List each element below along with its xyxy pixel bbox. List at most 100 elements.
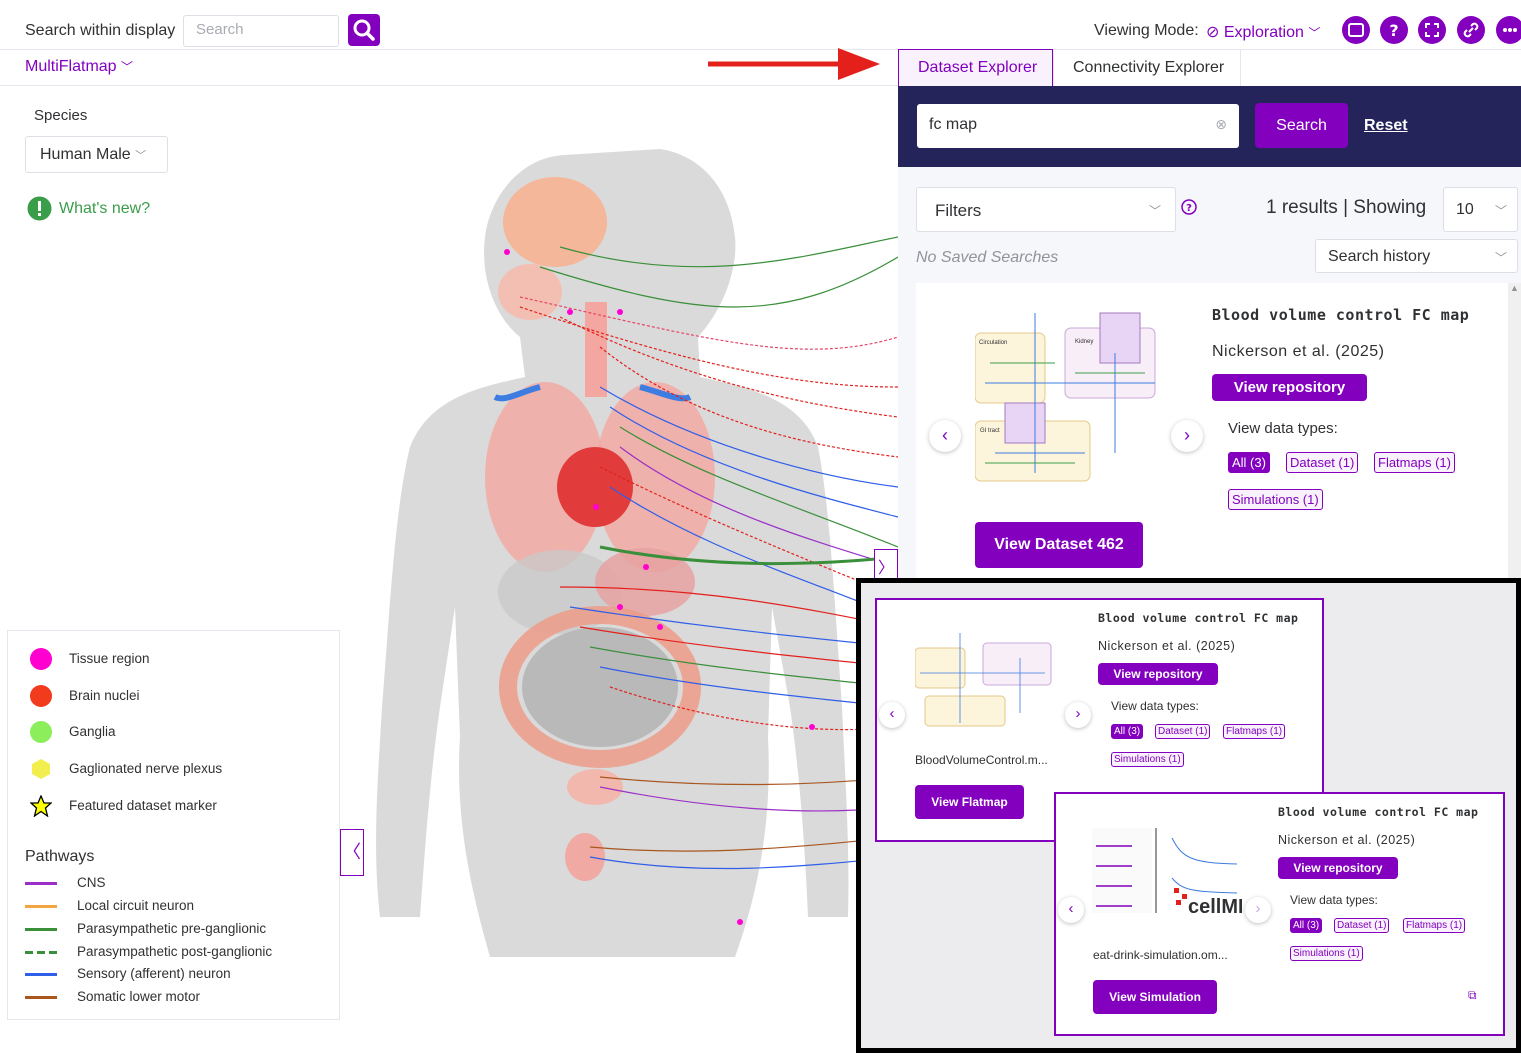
toggle-sidebar-button[interactable] <box>1342 16 1370 44</box>
legend-item-label: Brain nuclei <box>69 688 140 703</box>
bladder-shape <box>567 769 623 805</box>
share-link-button[interactable] <box>1457 16 1485 44</box>
filters-select[interactable]: Filters ﹀ <box>916 187 1176 232</box>
inset2-tag-simulations[interactable]: Simulations (1) <box>1290 946 1363 961</box>
search-header: fc map ⊗ Search Reset <box>898 86 1521 167</box>
search-history-select[interactable]: Search history ﹀ <box>1315 239 1518 273</box>
inset2-title[interactable]: Blood volume control FC map <box>1278 805 1478 819</box>
chevron-left-icon: ‹ <box>889 705 895 722</box>
dataset-search-input[interactable]: fc map ⊗ <box>917 104 1239 148</box>
tab-connectivity-explorer[interactable]: Connectivity Explorer <box>1053 49 1241 86</box>
filters-help-icon[interactable]: ? <box>1181 199 1197 215</box>
inset2-tag-flatmaps[interactable]: Flatmaps (1) <box>1403 918 1466 933</box>
scroll-up-icon[interactable]: ▲ <box>1510 283 1519 293</box>
inset2-data-types-label: View data types: <box>1290 893 1378 907</box>
heart-shape <box>557 447 633 527</box>
inset1-tag-all[interactable]: All (3) <box>1111 724 1144 739</box>
legend-panel <box>7 630 340 1020</box>
inset1-authors: Nickerson et al. (2025) <box>1098 639 1236 653</box>
collapse-legend-button[interactable]: 〈 <box>340 829 364 876</box>
thumb-gi-label: GI tract <box>980 428 1000 434</box>
inset2-tag-all[interactable]: All (3) <box>1290 918 1323 933</box>
view-simulation-button[interactable]: View Simulation <box>1093 980 1217 1014</box>
tab-dataset-explorer[interactable]: Dataset Explorer <box>898 49 1053 86</box>
exclamation-icon <box>27 196 52 221</box>
pathway-line-swatch <box>25 882 57 885</box>
pathway-line-swatch <box>25 928 57 931</box>
scrollbar[interactable]: ▲ <box>1508 283 1521 583</box>
page-size-value: 10 <box>1456 201 1474 218</box>
chevron-right-icon: 〉 <box>877 560 894 577</box>
view-repository-button[interactable]: View repository <box>1212 374 1367 401</box>
chevron-down-icon: ﹀ <box>1494 204 1507 218</box>
search-history-label: Search history <box>1328 248 1431 265</box>
svg-text:?: ? <box>1389 21 1398 40</box>
view-dataset-button[interactable]: View Dataset 462 <box>975 522 1143 568</box>
results-count: 1 results | Showing <box>1266 197 1427 218</box>
inset1-tag-flatmaps[interactable]: Flatmaps (1) <box>1223 724 1286 739</box>
search-query-value: fc map <box>929 116 978 133</box>
prev-image-button[interactable]: ‹ <box>929 420 961 452</box>
inset-thumbnail-simulation[interactable]: cellML <box>1092 828 1242 916</box>
inset2-repo-button[interactable]: View repository <box>1278 857 1398 879</box>
circle-icon <box>30 721 52 743</box>
inset2-next-button[interactable]: › <box>1245 897 1271 923</box>
link-icon <box>1463 22 1479 38</box>
view-flatmap-button[interactable]: View Flatmap <box>915 785 1024 819</box>
tag-dataset[interactable]: Dataset (1) <box>1286 452 1359 473</box>
chevron-down-icon: ﹀ <box>1494 251 1507 265</box>
copy-icon[interactable]: ⧉ <box>1468 988 1477 1003</box>
search-button[interactable] <box>348 14 380 46</box>
chevron-left-icon: ‹ <box>942 425 948 445</box>
species-select[interactable]: Human Male ﹀ <box>25 136 168 173</box>
inset1-next-button[interactable]: › <box>1065 702 1091 728</box>
reset-link[interactable]: Reset <box>1364 117 1408 135</box>
legend-item-label: Gaglionated nerve plexus <box>69 761 223 776</box>
star-icon <box>30 795 52 817</box>
inset1-data-types-label: View data types: <box>1111 699 1199 713</box>
fullscreen-button[interactable] <box>1418 16 1446 44</box>
inset2-tag-dataset[interactable]: Dataset (1) <box>1334 918 1390 933</box>
pathway-line-swatch <box>25 905 57 908</box>
inset1-repo-button[interactable]: View repository <box>1098 663 1218 685</box>
next-image-button[interactable]: › <box>1171 420 1203 452</box>
inset1-tag-dataset[interactable]: Dataset (1) <box>1155 724 1211 739</box>
search-display-label: Search within display <box>25 22 176 39</box>
species-label: Species <box>34 107 88 124</box>
dataset-search-button[interactable]: Search <box>1255 103 1348 148</box>
chevron-right-icon: › <box>1255 900 1261 917</box>
inset1-tag-simulations[interactable]: Simulations (1) <box>1111 752 1184 767</box>
compass-icon: ⊘ <box>1206 24 1220 41</box>
tag-all[interactable]: All (3) <box>1228 452 1270 473</box>
inset2-prev-button[interactable]: ‹ <box>1058 897 1084 923</box>
page-size-select[interactable]: 10 ﹀ <box>1443 187 1518 232</box>
chevron-down-icon: ﹀ <box>1148 204 1161 218</box>
viewing-mode-select[interactable]: ⊘ Exploration ﹀ <box>1206 22 1320 42</box>
inset2-authors: Nickerson et al. (2025) <box>1278 833 1416 847</box>
chevron-down-icon: ﹀ <box>121 60 134 74</box>
tag-flatmaps[interactable]: Flatmaps (1) <box>1374 452 1455 473</box>
pathway-label: Sensory (afferent) neuron <box>77 966 231 981</box>
multiflatmap-select[interactable]: MultiFlatmap ﹀ <box>25 58 133 76</box>
hexagon-icon <box>32 759 50 779</box>
inset-thumbnail-flatmap[interactable] <box>915 628 1055 728</box>
more-options-button[interactable] <box>1496 16 1521 44</box>
circle-icon <box>30 685 52 707</box>
tag-simulations[interactable]: Simulations (1) <box>1228 489 1323 510</box>
inset1-title[interactable]: Blood volume control FC map <box>1098 611 1298 625</box>
help-button[interactable]: ? <box>1380 16 1408 44</box>
legend-item-label: Ganglia <box>69 724 116 739</box>
whats-new-label: What's new? <box>59 200 151 217</box>
genital-shape <box>565 833 605 881</box>
inset1-prev-button[interactable]: ‹ <box>879 702 905 728</box>
display-search-input[interactable]: Search <box>183 15 339 47</box>
circle-icon <box>30 648 52 670</box>
pathway-label: CNS <box>77 875 106 890</box>
clear-icon[interactable]: ⊗ <box>1215 116 1227 133</box>
intestine-shape <box>522 627 678 747</box>
chevron-right-icon: › <box>1184 425 1190 445</box>
result-title[interactable]: Blood volume control FC map <box>1212 306 1469 324</box>
dataset-thumbnail[interactable]: Circulation Kidney GI tract <box>975 303 1165 485</box>
mouth-shape <box>498 264 562 320</box>
svg-text:?: ? <box>1186 203 1192 214</box>
